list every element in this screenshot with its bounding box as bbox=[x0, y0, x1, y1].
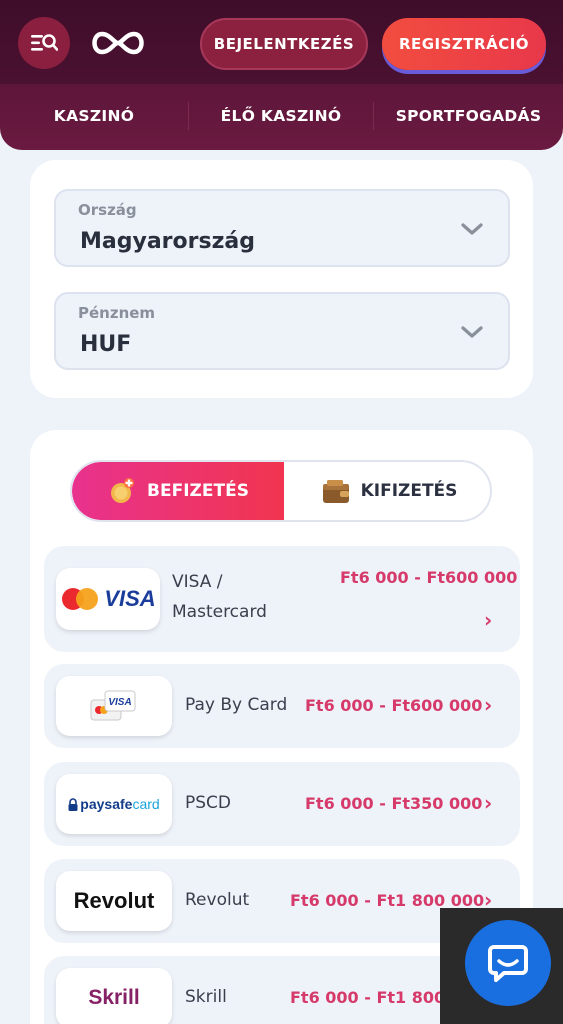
menu-search-button[interactable] bbox=[18, 17, 70, 69]
lock-icon bbox=[68, 797, 78, 811]
main-nav: KASZINÓ ÉLŐ KASZINÓ SPORTFOGADÁS bbox=[0, 90, 563, 142]
visa-mastercard-logo: VISA bbox=[56, 568, 160, 630]
payment-method-row[interactable]: VISA VISA / Mastercard Ft6 000 - Ft600 0… bbox=[44, 546, 520, 652]
payment-method-name: VISA / bbox=[172, 572, 223, 592]
chevron-down-icon bbox=[461, 326, 483, 338]
country-select[interactable]: Ország Magyarország bbox=[54, 189, 510, 267]
paysafe-wordmark: paysafe bbox=[80, 796, 133, 812]
card-wordmark: card bbox=[132, 796, 160, 812]
chevron-right-icon: › bbox=[484, 693, 493, 717]
revolut-wordmark: Revolut bbox=[73, 888, 155, 913]
coin-bag-icon bbox=[111, 478, 135, 503]
menu-search-icon bbox=[31, 34, 58, 51]
live-chat-button[interactable] bbox=[465, 920, 551, 1006]
register-button[interactable]: REGISZTRÁCIÓ bbox=[382, 18, 546, 70]
skrill-wordmark: Skrill bbox=[88, 986, 140, 1009]
site-header: BEJELENTKEZÉS REGISZTRÁCIÓ KASZINÓ ÉLŐ K… bbox=[0, 0, 563, 150]
country-label: Ország bbox=[78, 201, 137, 219]
tab-withdraw-label: KIFIZETÉS bbox=[360, 481, 458, 501]
wallet-icon bbox=[322, 480, 349, 503]
login-button[interactable]: BEJELENTKEZÉS bbox=[200, 18, 368, 70]
payment-method-name: Revolut bbox=[185, 890, 250, 910]
payment-method-range: Ft6 000 - Ft350 000 bbox=[305, 794, 483, 813]
chat-bubble-icon bbox=[488, 945, 528, 982]
deposit-withdraw-toggle: BEFIZETÉS KIFIZETÉS bbox=[70, 460, 492, 522]
pay-by-card-logo: VISA bbox=[56, 676, 172, 736]
brand-logo[interactable] bbox=[88, 25, 148, 61]
tab-deposit-label: BEFIZETÉS bbox=[147, 481, 249, 501]
payment-method-name: Pay By Card bbox=[185, 695, 288, 715]
chevron-right-icon: › bbox=[484, 608, 493, 632]
payment-method-name: Skrill bbox=[185, 987, 227, 1007]
nav-item-live-casino[interactable]: ÉLŐ KASZINÓ bbox=[189, 102, 373, 130]
tab-deposit[interactable]: BEFIZETÉS bbox=[72, 462, 284, 520]
chevron-right-icon: › bbox=[484, 791, 493, 815]
visa-wordmark: VISA bbox=[104, 586, 156, 611]
nav-item-sports-betting[interactable]: SPORTFOGADÁS bbox=[374, 102, 563, 130]
currency-select[interactable]: Pénznem HUF bbox=[54, 292, 510, 370]
payment-method-name: PSCD bbox=[185, 793, 232, 813]
revolut-logo: Revolut bbox=[56, 871, 172, 931]
payment-method-row[interactable]: VISA Pay By Card Ft6 000 - Ft600 000 › bbox=[44, 664, 520, 748]
currency-label: Pénznem bbox=[78, 304, 156, 322]
currency-value: HUF bbox=[80, 332, 132, 357]
payment-method-range: Ft6 000 - Ft600 000 bbox=[305, 696, 483, 715]
tab-withdraw[interactable]: KIFIZETÉS bbox=[284, 462, 490, 520]
country-value: Magyarország bbox=[80, 229, 255, 254]
payment-method-name: Mastercard bbox=[172, 602, 267, 622]
visa-mini-text: VISA bbox=[108, 697, 131, 708]
skrill-logo: Skrill bbox=[56, 968, 172, 1024]
infinity-logo-icon bbox=[92, 31, 144, 55]
nav-item-casino[interactable]: KASZINÓ bbox=[0, 102, 188, 130]
payment-method-row[interactable]: paysafe card PSCD Ft6 000 - Ft350 000 › bbox=[44, 762, 520, 846]
paysafecard-logo: paysafe card bbox=[56, 774, 172, 834]
chevron-down-icon bbox=[461, 223, 483, 235]
payment-method-range: Ft6 000 - Ft600 000 bbox=[340, 568, 518, 587]
mastercard-icon bbox=[62, 588, 99, 610]
credit-cards-icon: VISA bbox=[90, 690, 136, 721]
